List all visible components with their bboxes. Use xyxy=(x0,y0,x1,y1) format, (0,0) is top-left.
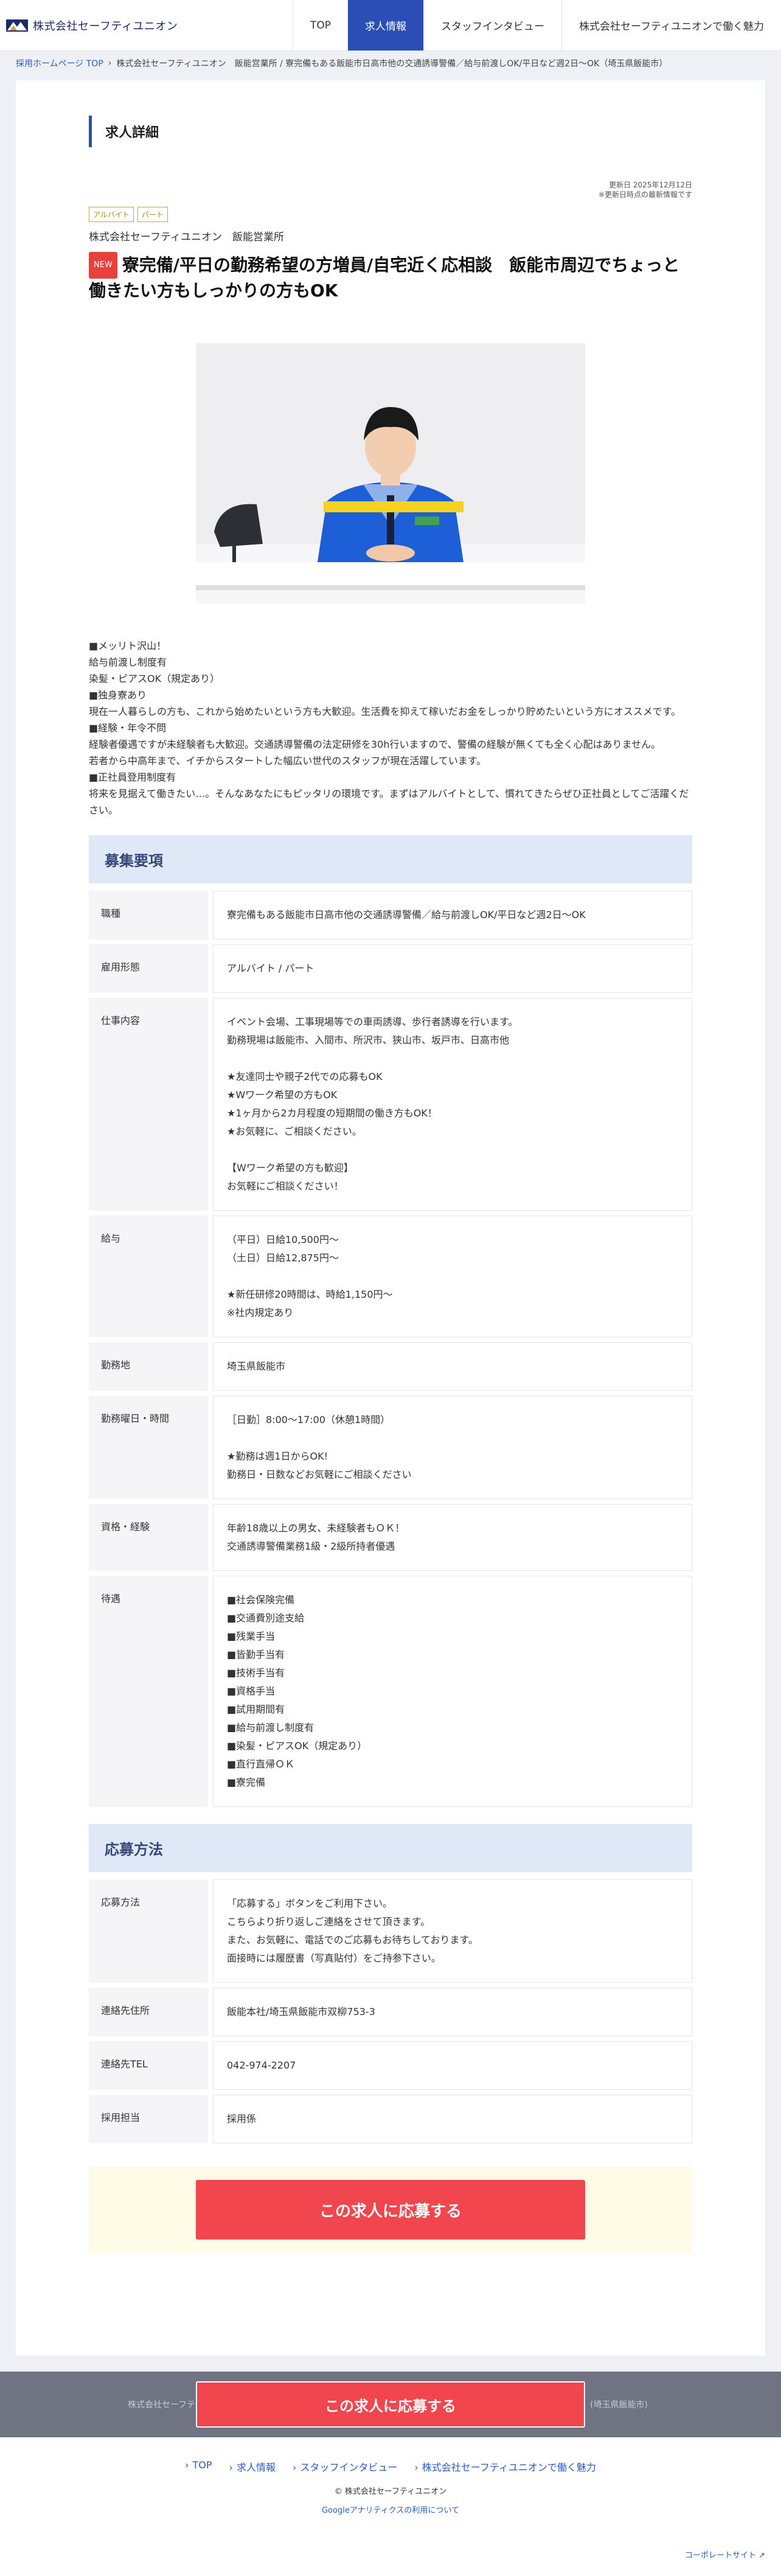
logo-icon xyxy=(6,16,28,34)
page-title: 求人詳細 xyxy=(89,116,692,147)
job-title-text: 寮完備/平日の勤務希望の方増員/自宅近く応相談 飯能市周辺でちょっと働きたい方も… xyxy=(89,255,680,301)
req-value: （平日）日給10,500円〜 （土日）日給12,875円〜 ★新任研修20時間は… xyxy=(213,1216,692,1337)
footer-link-interview[interactable]: › スタッフインタビュー xyxy=(293,2459,397,2474)
global-nav: TOP 求人情報 スタッフインタビュー 株式会社セーフティユニオンで働く魅力 xyxy=(293,0,781,50)
footer-link-jobs[interactable]: › 求人情報 xyxy=(229,2459,276,2474)
req-row-benefits: 待遇 ■社会保険完備 ■交通費別途支給 ■残業手当 ■皆勤手当有 ■技術手当有 … xyxy=(89,1576,692,1807)
sticky-location-text: (埼玉県飯能市) xyxy=(590,2400,648,2410)
nav-appeal[interactable]: 株式会社セーフティユニオンで働く魅力 xyxy=(561,0,781,50)
req-row-hours: 勤務曜日・時間 ［日勤］8:00〜17:00（休憩1時間） ★勤務は週1日からO… xyxy=(89,1396,692,1499)
footer-links: › TOP › 求人情報 › スタッフインタビュー › 株式会社セーフティユニオンで働く… xyxy=(0,2459,781,2474)
apply-button[interactable]: この求人に応募する xyxy=(196,2180,585,2240)
req-row-work-content: 仕事内容 イベント会場、工事現場等での車両誘導、歩行者誘導を行います。 勤務現場… xyxy=(89,998,692,1211)
req-value: 採用係 xyxy=(213,2095,692,2143)
footer-link-label: 求人情報 xyxy=(236,2462,276,2473)
company-name: 株式会社セーフティユニオン 飯能営業所 xyxy=(89,231,284,243)
nav-interview[interactable]: スタッフインタビュー xyxy=(423,0,561,50)
req-value: 埼玉県飯能市 xyxy=(213,1342,692,1391)
requirements-table: 職種 寮完備もある飯能市日高市他の交通誘導警備／給与前渡しOK/平日など週2日〜… xyxy=(89,891,692,1807)
analytics-link[interactable]: Googleアナリティクスの利用について xyxy=(0,2504,781,2515)
new-badge: NEW xyxy=(89,252,117,279)
updated-date: 更新日 2025年12月12日 xyxy=(609,181,692,189)
footer-link-label: TOP xyxy=(192,2459,212,2471)
req-value: 「応募する」ボタンをご利用下さい。 こちらより折り返しご連絡をさせて頂きます。 … xyxy=(213,1879,692,1983)
apply-row-address: 連絡先住所 飯能本社/埼玉県飯能市双柳753-3 xyxy=(89,1988,692,2036)
apply-method-table: 応募方法 「応募する」ボタンをご利用下さい。 こちらより折り返しご連絡をさせて頂… xyxy=(89,1879,692,2143)
breadcrumb: 採用ホームページ TOP › 株式会社セーフティユニオン 飯能営業所 / 寮完備… xyxy=(0,51,781,75)
req-row-location: 勤務地 埼玉県飯能市 xyxy=(89,1342,692,1391)
copyright: © 株式会社セーフティユニオン xyxy=(334,2487,447,2496)
breadcrumb-current: 株式会社セーフティユニオン 飯能営業所 / 寮完備もある飯能市日高市他の交通誘導… xyxy=(116,59,668,69)
req-label: 仕事内容 xyxy=(89,998,208,1211)
job-title: NEW 寮完備/平日の勤務希望の方増員/自宅近く応相談 飯能市周辺でちょっと働きた… xyxy=(89,252,692,303)
req-value: イベント会場、工事現場等での車両誘導、歩行者誘導を行います。 勤務現場は飯能市、… xyxy=(213,998,692,1211)
req-label: 職種 xyxy=(89,891,208,939)
req-label: 連絡先住所 xyxy=(89,1988,208,2036)
req-value: 年齢18歳以上の男女、未経験者もＯＫ！ 交通誘導警備業務1級・2級所持者優遇 xyxy=(213,1504,692,1571)
chevron-right-icon: › xyxy=(185,2459,189,2471)
breadcrumb-home[interactable]: 採用ホームページ TOP xyxy=(16,57,103,69)
req-value: アルバイト / パート xyxy=(213,944,692,993)
req-value: ［日勤］8:00〜17:00（休憩1時間） ★勤務は週1日からOK! 勤務日・日… xyxy=(213,1396,692,1499)
updated-info: 更新日 2025年12月12日 ※更新日時点の最新情報です xyxy=(89,180,692,200)
req-label: 勤務曜日・時間 xyxy=(89,1396,208,1499)
sticky-apply-bar: 株式会社セーフテ この求人に応募する (埼玉県飯能市) xyxy=(0,2372,781,2437)
req-label: 勤務地 xyxy=(89,1342,208,1391)
footer-link-top[interactable]: › TOP xyxy=(185,2459,212,2474)
footer-link-label: 株式会社セーフティユニオンで働く魅力 xyxy=(422,2462,596,2473)
employment-tags: アルバイト パート xyxy=(89,207,692,222)
req-label: 採用担当 xyxy=(89,2095,208,2143)
job-detail-card: 求人詳細 更新日 2025年12月12日 ※更新日時点の最新情報です アルバイト… xyxy=(16,80,765,2356)
apply-row-method: 応募方法 「応募する」ボタンをご利用下さい。 こちらより折り返しご連絡をさせて頂… xyxy=(89,1879,692,1983)
tag-part: パート xyxy=(137,207,168,222)
req-label: 連絡先TEL xyxy=(89,2041,208,2090)
req-row-salary: 給与 （平日）日給10,500円〜 （土日）日給12,875円〜 ★新任研修20… xyxy=(89,1216,692,1337)
guard-photo-illustration xyxy=(196,343,585,604)
tag-arbeit: アルバイト xyxy=(89,207,134,222)
req-label: 給与 xyxy=(89,1216,208,1337)
req-label: 雇用形態 xyxy=(89,944,208,993)
sticky-company-text: 株式会社セーフテ xyxy=(128,2400,196,2410)
req-value: ■社会保険完備 ■交通費別途支給 ■残業手当 ■皆勤手当有 ■技術手当有 ■資格… xyxy=(213,1576,692,1807)
site-header: 株式会社セーフティユニオン TOP 求人情報 スタッフインタビュー 株式会社セー… xyxy=(0,0,781,51)
updated-note: ※更新日時点の最新情報です xyxy=(598,190,692,199)
chevron-right-icon: › xyxy=(414,2462,418,2473)
req-label: 応募方法 xyxy=(89,1879,208,1983)
chevron-right-icon: › xyxy=(292,2462,297,2473)
req-label: 待遇 xyxy=(89,1576,208,1807)
logo-text: 株式会社セーフティユニオン xyxy=(33,19,178,33)
footer-link-appeal[interactable]: › 株式会社セーフティユニオンで働く魅力 xyxy=(414,2459,596,2474)
req-value: 飯能本社/埼玉県飯能市双柳753-3 xyxy=(213,1988,692,2036)
chevron-right-icon: › xyxy=(229,2462,233,2473)
breadcrumb-separator: › xyxy=(108,58,112,68)
requirements-heading: 募集要項 xyxy=(89,835,692,883)
site-footer: › TOP › 求人情報 › スタッフインタビュー › 株式会社セーフティユニオンで働く… xyxy=(0,2437,781,2576)
req-value: 寮完備もある飯能市日高市他の交通誘導警備／給与前渡しOK/平日など週2日〜OK xyxy=(213,891,692,939)
nav-jobs[interactable]: 求人情報 xyxy=(348,0,424,50)
req-row-qualification: 資格・経験 年齢18歳以上の男女、未経験者もＯＫ！ 交通誘導警備業務1級・2級所… xyxy=(89,1504,692,1571)
apply-method-heading: 応募方法 xyxy=(89,1824,692,1872)
req-row-employment: 雇用形態 アルバイト / パート xyxy=(89,944,692,993)
apply-row-tel: 連絡先TEL 042-974-2207 xyxy=(89,2041,692,2090)
footer-link-label: スタッフインタビュー xyxy=(300,2462,398,2473)
apply-row-contact: 採用担当 採用係 xyxy=(89,2095,692,2143)
corporate-site-link[interactable]: コーポレートサイト ↗ xyxy=(685,2549,765,2560)
sticky-apply-button[interactable]: この求人に応募する xyxy=(196,2381,585,2428)
req-value: 042-974-2207 xyxy=(213,2041,692,2090)
site-logo[interactable]: 株式会社セーフティユニオン xyxy=(0,16,178,34)
job-photo xyxy=(196,343,585,604)
apply-area: この求人に応募する xyxy=(89,2167,692,2253)
nav-top[interactable]: TOP xyxy=(293,0,348,50)
req-label: 資格・経験 xyxy=(89,1504,208,1571)
job-intro: ■メッリト沢山！ 給与前渡し制度有 染髪・ピアスOK（規定あり） ■独身寮あり … xyxy=(89,640,689,816)
req-row-job-type: 職種 寮完備もある飯能市日高市他の交通誘導警備／給与前渡しOK/平日など週2日〜… xyxy=(89,891,692,939)
